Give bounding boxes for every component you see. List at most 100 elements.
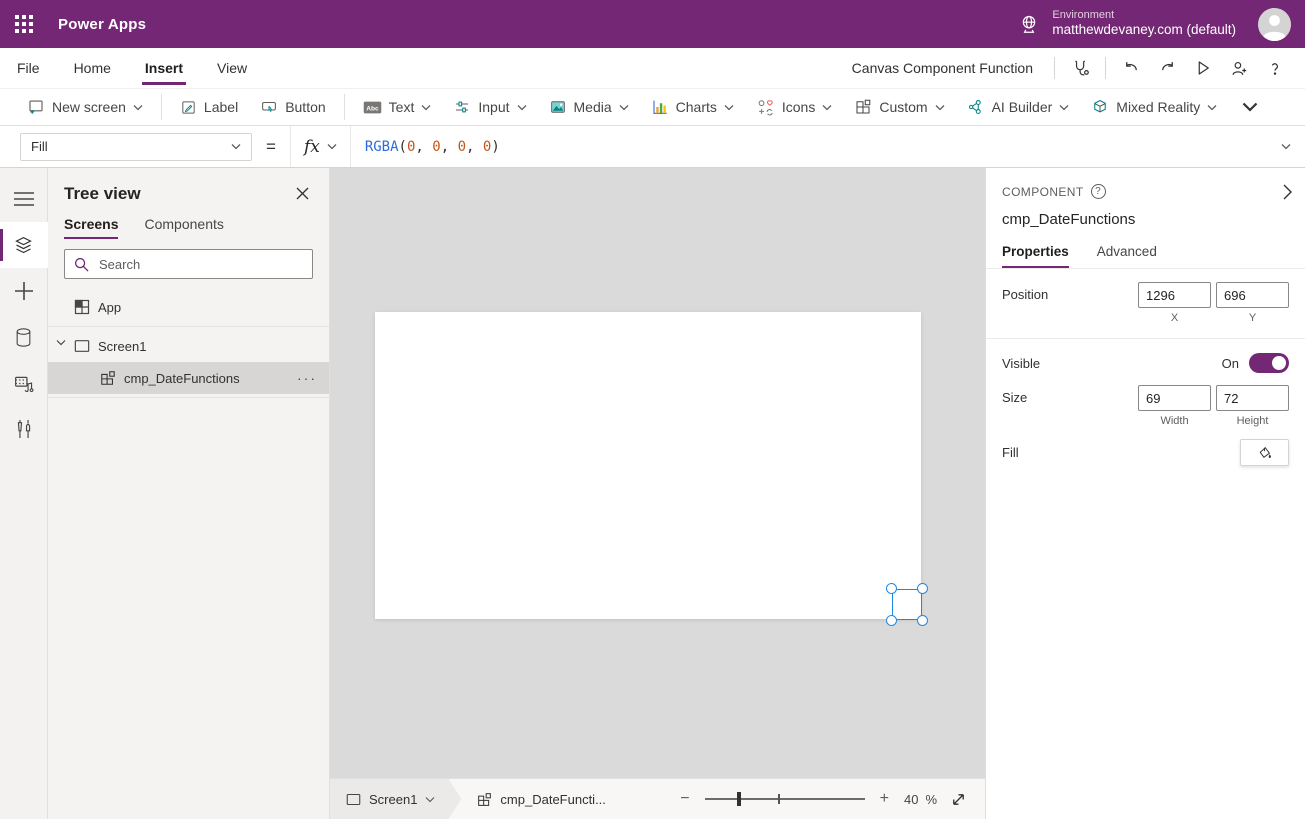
visible-state-label: On (1222, 356, 1239, 371)
resize-handle-bottom-left[interactable] (886, 615, 897, 626)
menu-home[interactable]: Home (57, 48, 128, 88)
hamburger-icon[interactable] (0, 176, 48, 222)
ribbon-label: New screen (52, 99, 126, 115)
input-menu[interactable]: Input (442, 92, 537, 122)
overflow-menu-icon[interactable]: ··· (297, 370, 317, 386)
size-label: Size (1002, 385, 1138, 427)
icons-menu[interactable]: Icons (745, 92, 843, 122)
ribbon-label: Custom (879, 99, 927, 115)
property-name: Fill (31, 139, 48, 154)
tree-item-component[interactable]: cmp_DateFunctions ··· (48, 362, 329, 394)
chevron-down-icon (724, 104, 734, 111)
canvas-screen[interactable] (375, 312, 921, 619)
close-icon[interactable] (292, 183, 313, 204)
zoom-in-button[interactable]: + (878, 790, 891, 808)
component-help-icon[interactable]: ? (1091, 184, 1106, 199)
charts-menu[interactable]: Charts (640, 92, 745, 122)
app-checker-icon[interactable] (1062, 53, 1098, 83)
component-name: cmp_DateFunctions (1002, 211, 1289, 228)
position-y-input[interactable] (1216, 282, 1289, 308)
divider (1105, 57, 1106, 79)
tab-screens[interactable]: Screens (64, 216, 118, 239)
visible-row: Visible On (986, 339, 1305, 375)
breadcrumb-screen[interactable]: Screen1 (330, 779, 461, 819)
tab-components[interactable]: Components (144, 216, 223, 239)
breadcrumb-component[interactable]: cmp_DateFuncti... (461, 792, 622, 807)
chevron-down-icon (133, 104, 143, 111)
formula-input[interactable]: RGBA(0, 0, 0, 0) (351, 139, 1281, 155)
fill-color-button[interactable] (1240, 439, 1289, 466)
help-icon[interactable] (1257, 53, 1293, 83)
formula-expand-chevron-icon[interactable] (1281, 143, 1291, 150)
divider (1054, 57, 1055, 79)
formula-token: , (466, 139, 483, 155)
data-icon[interactable] (0, 314, 48, 360)
chevron-down-icon (619, 104, 629, 111)
resize-handle-bottom-right[interactable] (917, 615, 928, 626)
size-height-input[interactable] (1216, 385, 1289, 411)
tree-item-app[interactable]: App (48, 291, 329, 323)
tree-item-screen1[interactable]: Screen1 (48, 330, 329, 362)
media-icon (549, 98, 567, 116)
play-icon[interactable] (1185, 53, 1221, 83)
label-button[interactable]: Label (169, 92, 249, 122)
tree-view-icon[interactable] (0, 222, 48, 268)
fx-selector[interactable]: fx (290, 126, 351, 167)
left-rail (0, 168, 48, 819)
new-screen-button[interactable]: New screen (16, 92, 154, 122)
properties-tabs: Properties Advanced (986, 228, 1305, 269)
charts-icon (651, 98, 669, 116)
ai-builder-icon (967, 98, 985, 116)
ribbon-expand-chevron-icon[interactable] (1242, 102, 1258, 112)
breadcrumb-label: cmp_DateFuncti... (500, 792, 606, 807)
zoom-out-button[interactable]: − (678, 790, 691, 808)
text-menu[interactable]: Abc Text (352, 92, 443, 122)
undo-icon[interactable] (1113, 53, 1149, 83)
equals-sign: = (266, 137, 276, 157)
divider (48, 326, 329, 327)
fit-to-window-icon[interactable] (950, 791, 967, 808)
property-selector[interactable]: Fill (20, 133, 252, 161)
tree-item-label: Screen1 (98, 339, 146, 354)
visible-toggle[interactable] (1249, 353, 1289, 373)
expander-chevron-icon[interactable] (56, 339, 66, 346)
zoom-slider-thumb[interactable] (737, 792, 741, 806)
advanced-tools-icon[interactable] (0, 406, 48, 452)
media-menu[interactable]: Media (538, 92, 640, 122)
redo-icon[interactable] (1149, 53, 1185, 83)
position-label: Position (1002, 282, 1138, 324)
new-screen-icon (27, 98, 45, 116)
media-rail-icon[interactable] (0, 360, 48, 406)
resize-handle-top-right[interactable] (917, 583, 928, 594)
screen-icon (346, 793, 361, 806)
button-button[interactable]: Button (249, 92, 336, 122)
position-x-label: X (1138, 312, 1211, 324)
tab-advanced[interactable]: Advanced (1097, 244, 1157, 268)
insert-plus-icon[interactable] (0, 268, 48, 314)
tree-item-label: cmp_DateFunctions (124, 371, 240, 386)
ai-builder-menu[interactable]: AI Builder (956, 92, 1081, 122)
zoom-controls: − + 40 % (678, 790, 985, 808)
selected-component[interactable] (892, 589, 922, 620)
panel-collapse-chevron-icon[interactable] (1283, 184, 1292, 200)
menu-file[interactable]: File (0, 48, 57, 88)
formula-bar: Fill = fx RGBA(0, 0, 0, 0) (0, 126, 1305, 168)
position-x-input[interactable] (1138, 282, 1211, 308)
canvas-area[interactable]: Screen1 cmp_DateFuncti... − + (330, 168, 985, 819)
search-input[interactable] (97, 256, 303, 273)
resize-handle-top-left[interactable] (886, 583, 897, 594)
environment-picker[interactable]: Environment matthewdevaney.com (default) (1000, 0, 1254, 48)
zoom-slider[interactable] (705, 798, 865, 800)
mixed-reality-menu[interactable]: Mixed Reality (1080, 92, 1228, 122)
size-width-input[interactable] (1138, 385, 1211, 411)
waffle-menu-icon[interactable] (0, 0, 48, 48)
share-icon[interactable] (1221, 53, 1257, 83)
menu-view[interactable]: View (200, 48, 264, 88)
chevron-down-icon (935, 104, 945, 111)
formula-token: , (415, 139, 432, 155)
custom-menu[interactable]: Custom (843, 92, 955, 122)
environment-label: Environment (1052, 9, 1236, 23)
avatar[interactable] (1258, 8, 1291, 41)
tab-properties[interactable]: Properties (1002, 244, 1069, 268)
menu-insert[interactable]: Insert (128, 48, 200, 88)
